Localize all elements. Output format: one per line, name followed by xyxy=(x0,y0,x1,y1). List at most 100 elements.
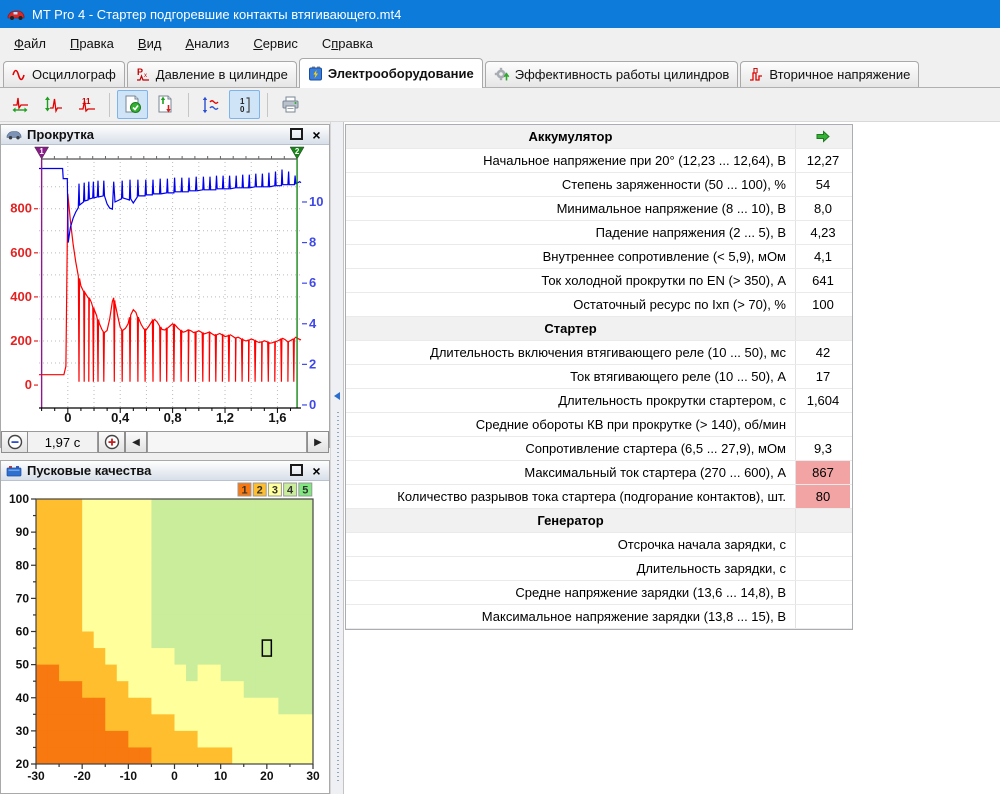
svg-text:80: 80 xyxy=(16,558,30,572)
param-label: Падение напряжения (2 ... 5), В xyxy=(346,221,795,244)
report-ok-icon xyxy=(123,95,142,114)
param-value: 1,604 xyxy=(795,389,850,412)
cranking-oscillogram[interactable]: 1200,40,81,21,602004006008000246810 xyxy=(1,145,329,426)
close-icon[interactable]: × xyxy=(309,464,324,478)
param-value: 641 xyxy=(795,269,850,292)
svg-text:0,8: 0,8 xyxy=(164,410,182,425)
fit-vertical-button[interactable] xyxy=(38,90,69,119)
svg-text:2: 2 xyxy=(309,356,316,371)
table-row[interactable]: Максимальный ток стартера (270 ... 600),… xyxy=(346,461,852,485)
param-label: Максимальный ток стартера (270 ... 600),… xyxy=(346,461,795,484)
section-value-cell xyxy=(795,509,850,532)
report-check-button[interactable] xyxy=(117,90,148,119)
param-value-alert: 867 xyxy=(795,461,850,484)
tab-cylinder-pressure[interactable]: Px Давление в цилиндре xyxy=(127,61,297,87)
maximize-button[interactable] xyxy=(289,128,304,142)
menu-service[interactable]: Сервис xyxy=(241,31,310,56)
param-label: Количество разрывов тока стартера (подго… xyxy=(346,485,795,508)
panel-title: Прокрутка xyxy=(27,127,94,142)
table-row[interactable]: Минимальное напряжение (8 ... 10), В8,0 xyxy=(346,197,852,221)
report-load-button[interactable] xyxy=(150,90,181,119)
menu-help[interactable]: Справка xyxy=(310,31,385,56)
autoscale-button[interactable] xyxy=(196,90,227,119)
table-row[interactable]: Длительность зарядки, с xyxy=(346,557,852,581)
svg-text:0: 0 xyxy=(309,397,316,412)
numeric-values-button[interactable]: 10 xyxy=(229,90,260,119)
pressure-icon: Px xyxy=(136,67,151,82)
printer-icon xyxy=(281,96,300,114)
table-row[interactable]: Длительность прокрутки стартером, с1,604 xyxy=(346,389,852,413)
svg-text:P: P xyxy=(137,67,143,77)
menu-analysis[interactable]: Анализ xyxy=(173,31,241,56)
svg-text:800: 800 xyxy=(10,201,32,216)
svg-text:2: 2 xyxy=(295,147,300,156)
tab-cylinder-efficiency[interactable]: Эффективность работы цилиндров xyxy=(485,61,739,87)
table-row[interactable]: Начальное напряжение при 20° (12,23 ... … xyxy=(346,149,852,173)
splitter[interactable] xyxy=(330,122,344,794)
left-column: Прокрутка × 1200,40,81,21,60200400600800… xyxy=(0,122,330,794)
table-row[interactable]: Длительность включения втягивающего реле… xyxy=(346,341,852,365)
green-arrow-icon xyxy=(795,125,850,148)
section-title: Стартер xyxy=(346,317,795,340)
table-row[interactable]: Ток холодной прокрутки по EN (> 350), А6… xyxy=(346,269,852,293)
maximize-button[interactable] xyxy=(289,464,304,478)
toolbar-separator xyxy=(109,93,110,117)
title-bar: MT Pro 4 - Стартер подгоревшие контакты … xyxy=(0,0,1000,28)
section-title: Генератор xyxy=(346,509,795,532)
tab-bar: Осциллограф Px Давление в цилиндре Электроо… xyxy=(0,58,1000,88)
start-quality-heatmap[interactable]: 2030405060708090100-30-20-10010203012345 xyxy=(1,481,329,794)
table-row[interactable]: Ток втягивающего реле (10 ... 50), А17 xyxy=(346,365,852,389)
svg-text:0: 0 xyxy=(25,377,32,392)
battery-icon xyxy=(308,66,323,81)
toolbar-separator xyxy=(267,93,268,117)
tab-oscilloscope[interactable]: Осциллограф xyxy=(3,61,125,87)
table-row[interactable]: Средне напряжение зарядки (13,6 ... 14,8… xyxy=(346,581,852,605)
param-label: Длительность зарядки, с xyxy=(346,557,795,580)
menu-edit[interactable]: Правка xyxy=(58,31,126,56)
tab-secondary-voltage[interactable]: ПВторичное напряжение xyxy=(740,61,919,87)
param-value xyxy=(795,581,850,604)
table-row[interactable]: Остаточный ресурс по Iхп (> 70), %100 xyxy=(346,293,852,317)
param-label: Степень заряженности (50 ... 100), % xyxy=(346,173,795,196)
table-row[interactable]: Степень заряженности (50 ... 100), %54 xyxy=(346,173,852,197)
param-value: 4,1 xyxy=(795,245,850,268)
secondary-icon: П xyxy=(749,67,764,82)
tab-label: Давление в цилиндре xyxy=(156,67,288,82)
close-icon[interactable]: × xyxy=(309,128,324,142)
table-row[interactable]: Сопротивление стартера (6,5 ... 27,9), м… xyxy=(346,437,852,461)
fit-horizontal-button[interactable] xyxy=(5,90,36,119)
results-table: АккумуляторНачальное напряжение при 20° … xyxy=(345,124,853,630)
splitter-collapse-icon[interactable] xyxy=(334,392,340,400)
param-value: 17 xyxy=(795,365,850,388)
table-row[interactable]: Средние обороты КВ при прокрутке (> 140)… xyxy=(346,413,852,437)
scroll-left-button[interactable]: ◀ xyxy=(125,431,147,453)
toolbar-separator xyxy=(188,93,189,117)
tab-label: Электрооборудование xyxy=(328,66,474,81)
svg-text:1,6: 1,6 xyxy=(268,410,286,425)
values-icon: 10 xyxy=(236,96,254,114)
svg-text:-10: -10 xyxy=(120,769,138,783)
menu-file[interactable]: Файл xyxy=(2,31,58,56)
section-header-row: Аккумулятор xyxy=(346,125,852,149)
panel-title: Пусковые качества xyxy=(27,463,151,478)
sine-icon xyxy=(12,68,27,82)
table-row[interactable]: Количество разрывов тока стартера (подго… xyxy=(346,485,852,509)
table-row[interactable]: Внутреннее сопротивление (< 5,9), мОм4,1 xyxy=(346,245,852,269)
table-row[interactable]: Отсрочка начала зарядки, с xyxy=(346,533,852,557)
param-value xyxy=(795,557,850,580)
zoom-in-button[interactable] xyxy=(98,431,125,453)
overlay-11-icon: 11 xyxy=(78,96,96,113)
table-row[interactable]: Максимальное напряжение зарядки (13,8 ..… xyxy=(346,605,852,629)
overlay-cylinders-button[interactable]: 11 xyxy=(71,90,102,119)
print-button[interactable] xyxy=(275,90,306,119)
time-scrollbar: 1,97 с ◀ ▶ xyxy=(1,431,329,453)
menu-view[interactable]: Вид xyxy=(126,31,174,56)
table-row[interactable]: Падение напряжения (2 ... 5), В4,23 xyxy=(346,221,852,245)
param-label: Длительность прокрутки стартером, с xyxy=(346,389,795,412)
tab-label: Эффективность работы цилиндров xyxy=(515,67,730,82)
zoom-out-button[interactable] xyxy=(1,431,28,453)
scrollbar-track[interactable] xyxy=(147,431,307,453)
tab-electrics[interactable]: Электрооборудование xyxy=(299,58,483,88)
param-value xyxy=(795,413,850,436)
scroll-right-button[interactable]: ▶ xyxy=(307,431,329,453)
